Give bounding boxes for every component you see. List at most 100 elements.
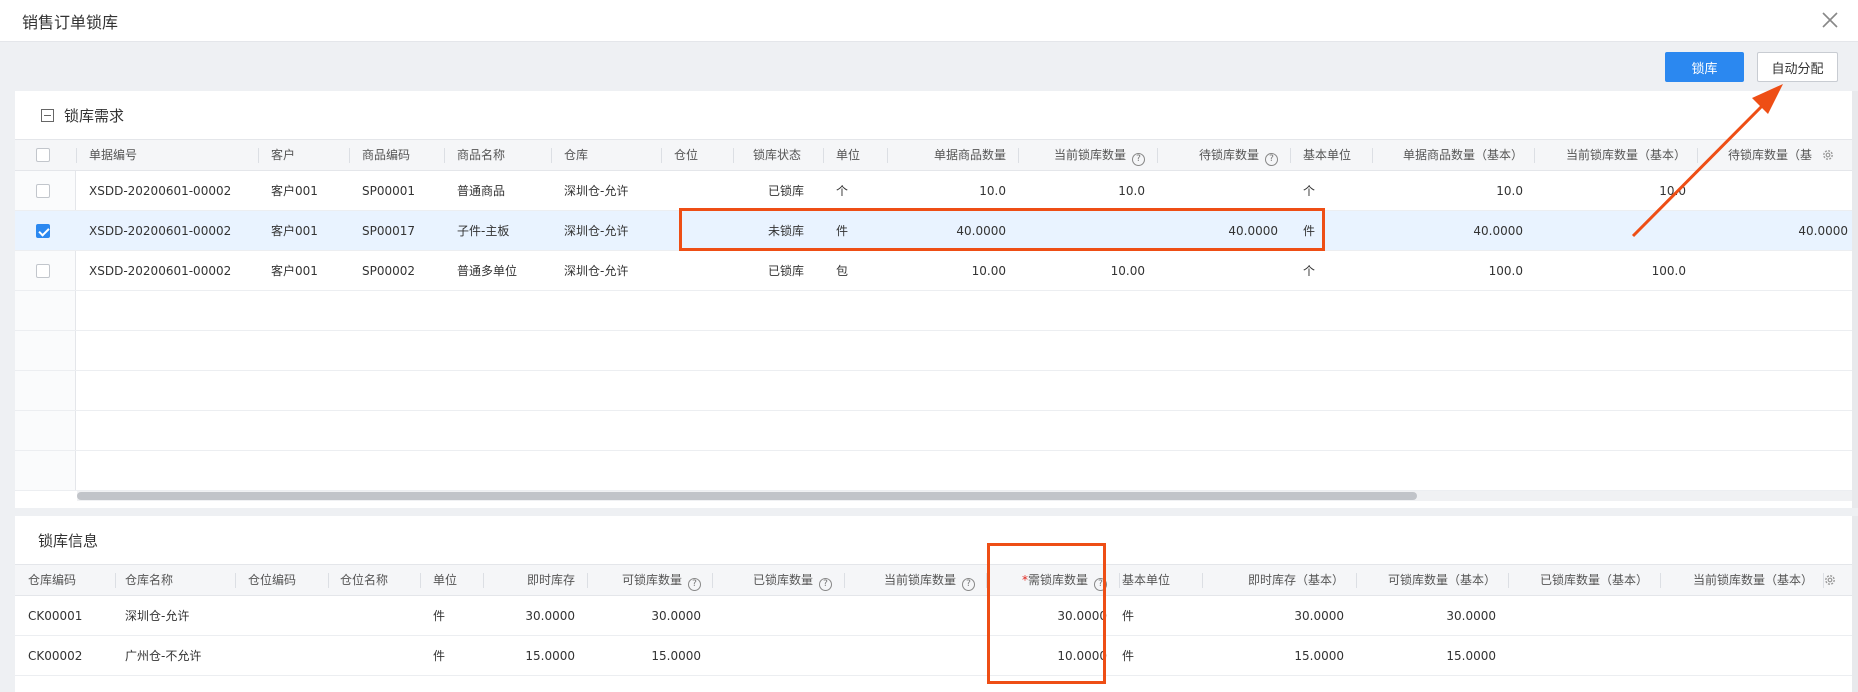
gear-icon[interactable] [1823,573,1837,587]
col-location[interactable]: 仓位 [674,140,698,170]
col-product-name[interactable]: 商品名称 [457,140,505,170]
cell-product-name: 子件-主板 [457,224,510,238]
col-pending-lock-qty[interactable]: 待锁库数量? [1160,140,1278,170]
cell-pending-lock-qty-base [1698,251,1848,291]
col-unit[interactable]: 单位 [836,140,860,170]
col-doc-qty[interactable]: 单据商品数量 [890,140,1006,170]
col-product-code[interactable]: 商品编码 [362,140,410,170]
col-base-unit[interactable]: 基本单位 [1122,565,1170,595]
dialog-title: 销售订单锁库 [22,13,119,32]
cell-doc-no: XSDD-20200601-00002 [89,184,232,198]
col-current-lock-qty[interactable]: 当前锁库数量? [1021,140,1145,170]
col-warehouse-code[interactable]: 仓库编码 [28,565,76,595]
col-doc-qty-base[interactable]: 单据商品数量（基本） [1375,140,1523,170]
cell-lock-status: 已锁库 [767,184,804,198]
cell-pending-lock-qty-base: 40.0000 [1798,224,1848,238]
select-all-checkbox[interactable] [36,148,50,162]
cell-current-lock-qty-base [1537,211,1686,251]
col-warehouse-name[interactable]: 仓库名称 [125,565,173,595]
cell-doc-no: XSDD-20200601-00002 [89,224,232,238]
cell-instant-stock-base: 15.0000 [1294,649,1344,663]
col-instant-stock-base[interactable]: 即时库存（基本） [1205,565,1344,595]
cell-base-unit: 个 [1303,184,1316,198]
col-current-lock-qty-base[interactable]: 当前锁库数量（基本） [1663,565,1813,595]
cell-product-code: SP00017 [362,224,416,238]
cell-unit: 件 [433,649,446,663]
cell-warehouse: 深圳仓-允许 [564,184,629,198]
col-base-unit[interactable]: 基本单位 [1303,140,1351,170]
cell-lockable-qty: 30.0000 [651,609,701,623]
cell-current-lock-qty-base: 10.0 [1659,184,1686,198]
lock-demand-grid-header: 单据编号 客户 商品编码 商品名称 仓库 仓位 锁库状态 单位 单据商品数量 当… [15,139,1858,171]
question-circle-icon[interactable]: ? [688,578,701,591]
cell-lock-status: 已锁库 [767,264,804,278]
cell-product-name: 普通多单位 [457,264,518,278]
empty-row [15,331,1858,371]
col-instant-stock[interactable]: 即时库存 [485,565,575,595]
col-current-lock-qty-label: 当前锁库数量 [1053,148,1126,162]
table-row[interactable]: CK00002 广州仓-不允许 件 15.0000 15.0000 10.000… [15,636,1858,676]
cell-base-unit: 个 [1303,264,1316,278]
scrollbar-thumb[interactable] [77,492,1417,500]
col-lockable-qty[interactable]: 可锁库数量? [590,565,701,595]
lock-demand-panel: 锁库需求 单据编号 客户 商品编码 商品名称 仓库 仓位 锁库状态 单位 单据商… [15,91,1858,508]
cell-doc-qty-base: 100.0 [1488,264,1523,278]
empty-row [15,451,1858,491]
horizontal-scrollbar[interactable] [77,491,1858,501]
col-location-code[interactable]: 仓位编码 [248,565,296,595]
empty-row [15,411,1858,451]
auto-assign-button[interactable]: 自动分配 [1757,52,1838,82]
question-circle-icon[interactable]: ? [1132,153,1145,166]
cell-instant-stock-base: 30.0000 [1294,609,1344,623]
gear-icon[interactable] [1821,148,1835,162]
cell-lockable-qty-base: 15.0000 [1446,649,1496,663]
col-doc-no[interactable]: 单据编号 [89,140,137,170]
cell-base-unit: 件 [1122,649,1135,663]
table-row[interactable]: XSDD-20200601-00002 客户001 SP00002 普通多单位 … [15,251,1858,291]
row-checkbox[interactable] [36,264,50,278]
col-current-lock-qty-base[interactable]: 当前锁库数量（基本） [1537,140,1686,170]
highlight-box-selected-row [679,208,1325,251]
cell-doc-qty-base: 40.0000 [1473,224,1523,238]
empty-row [15,291,1858,331]
col-warehouse[interactable]: 仓库 [564,140,588,170]
col-locked-qty-base[interactable]: 已锁库数量（基本） [1511,565,1648,595]
table-row[interactable]: XSDD-20200601-00002 客户001 SP00001 普通商品 深… [15,171,1858,211]
lock-demand-header: 锁库需求 [15,91,1858,139]
col-location-name[interactable]: 仓位名称 [340,565,388,595]
question-circle-icon[interactable]: ? [819,578,832,591]
highlight-box-required-qty [987,543,1106,684]
row-checkbox[interactable] [36,184,50,198]
cell-warehouse-name: 深圳仓-允许 [125,609,190,623]
table-row[interactable]: CK00001 深圳仓-允许 件 30.0000 30.0000 30.0000… [15,596,1858,636]
col-lockable-qty-base[interactable]: 可锁库数量（基本） [1359,565,1496,595]
cell-warehouse-code: CK00002 [28,649,83,663]
row-checkbox[interactable] [36,224,50,238]
cell-instant-stock: 30.0000 [525,609,575,623]
cell-product-code: SP00001 [362,184,416,198]
col-lock-status[interactable]: 锁库状态 [753,140,801,170]
col-customer[interactable]: 客户 [271,140,295,170]
lock-info-grid: 仓库编码 仓库名称 仓位编码 仓位名称 单位 即时库存 可锁库数量? 已锁库数量… [15,564,1858,692]
lock-button[interactable]: 锁库 [1665,52,1744,82]
cell-product-code: SP00002 [362,264,416,278]
cell-doc-qty: 10.00 [971,264,1006,278]
lock-demand-title: 锁库需求 [64,106,125,125]
cell-current-lock-qty-base: 100.0 [1651,264,1686,278]
cell-doc-qty: 10.0 [979,184,1006,198]
vertical-scrollbar[interactable] [1852,516,1858,692]
col-locked-qty[interactable]: 已锁库数量? [715,565,832,595]
collapse-minus-icon[interactable] [41,108,54,122]
question-circle-icon[interactable]: ? [962,578,975,591]
vertical-scrollbar[interactable] [1852,91,1858,508]
lock-demand-grid: 单据编号 客户 商品编码 商品名称 仓库 仓位 锁库状态 单位 单据商品数量 当… [15,139,1858,491]
cell-warehouse-code: CK00001 [28,609,83,623]
col-unit[interactable]: 单位 [433,565,457,595]
question-circle-icon[interactable]: ? [1265,153,1278,166]
col-locked-qty-label: 已锁库数量 [752,573,813,587]
col-current-lock-qty[interactable]: 当前锁库数量? [847,565,975,595]
cell-warehouse: 深圳仓-允许 [564,224,629,238]
empty-row [15,371,1858,411]
cell-unit: 包 [836,264,849,278]
close-icon[interactable] [1818,8,1842,32]
